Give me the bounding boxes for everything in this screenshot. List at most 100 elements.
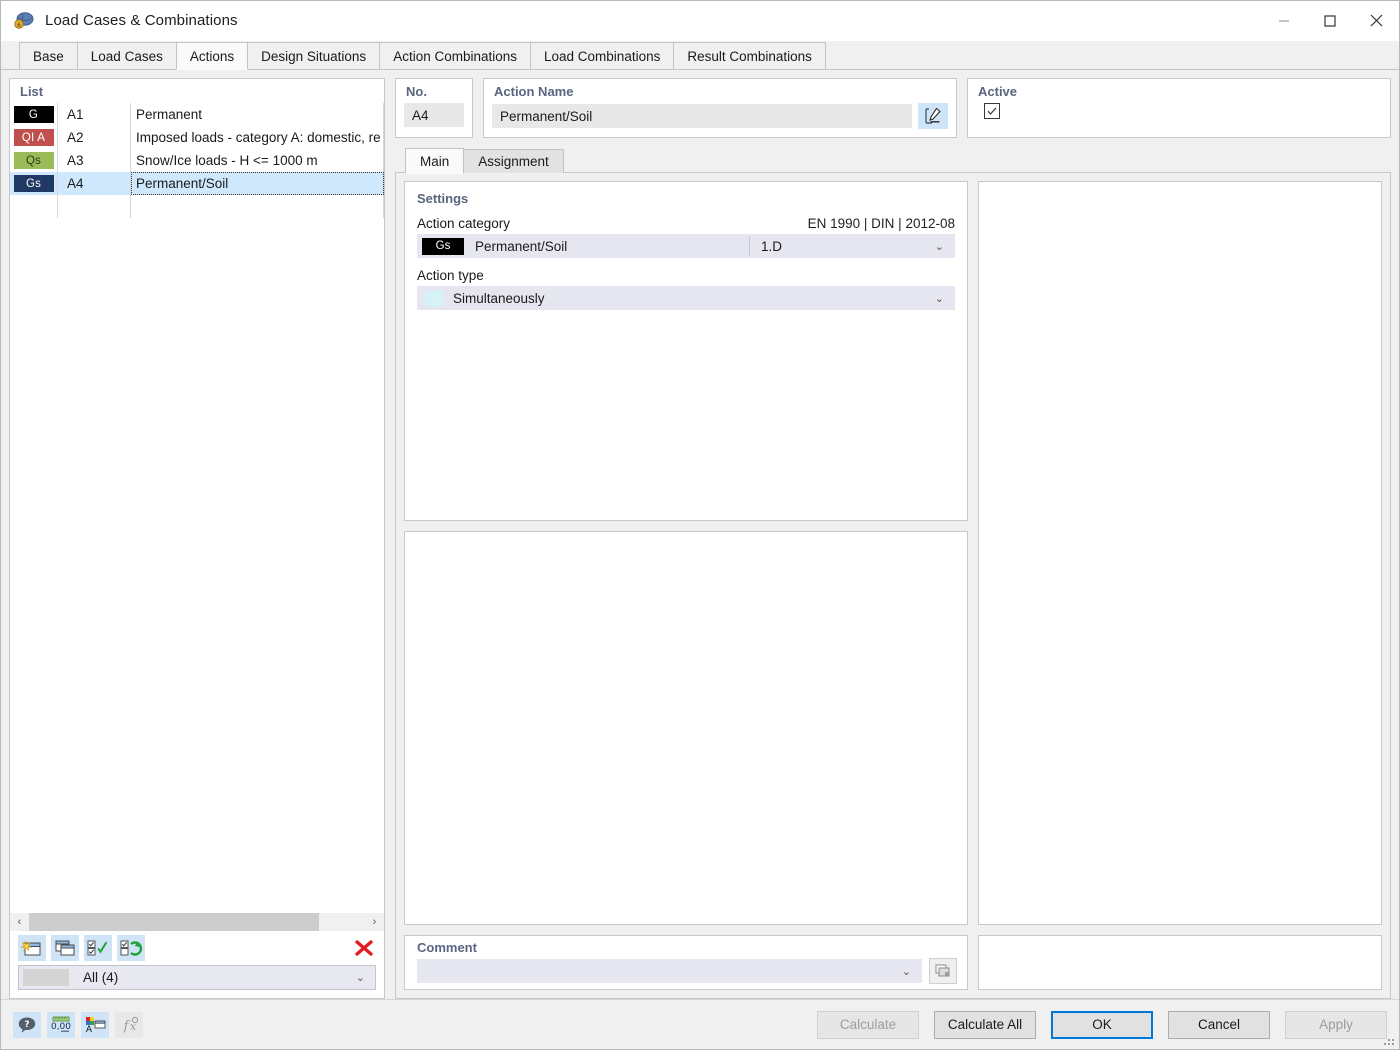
scroll-right-icon[interactable]: › <box>365 913 384 931</box>
scroll-track[interactable] <box>29 913 365 931</box>
settings-title: Settings <box>417 191 469 206</box>
help-button[interactable]: ? <box>13 1011 41 1038</box>
dialog-body: List G A1 Permanent QI A A2 Imposed load… <box>1 70 1399 999</box>
tab-base[interactable]: Base <box>19 42 78 69</box>
table-row-empty <box>10 195 384 218</box>
filter-color-swatch <box>23 969 69 986</box>
row-description: Snow/Ice loads - H <= 1000 m <box>131 149 384 172</box>
ok-button[interactable]: OK <box>1051 1010 1153 1039</box>
chevron-down-icon[interactable]: ⌄ <box>935 292 944 305</box>
units-button[interactable]: 0,00 <box>47 1011 75 1038</box>
copy-window-icon <box>55 940 75 956</box>
colors-button[interactable]: A <box>81 1011 109 1038</box>
table-row[interactable]: Gs A4 Permanent/Soil <box>10 172 384 195</box>
action-list[interactable]: G A1 Permanent QI A A2 Imposed loads - c… <box>10 103 384 912</box>
action-type-swatch <box>425 290 443 306</box>
list-horizontal-scrollbar[interactable]: ‹ › <box>10 912 384 931</box>
main-tab-page: Settings Action category EN 1990 | DIN |… <box>395 172 1391 999</box>
row-description: Permanent/Soil <box>131 172 384 195</box>
invert-selection-button[interactable] <box>117 935 145 961</box>
color-palette-icon: A <box>86 1016 106 1034</box>
row-no: A2 <box>58 126 131 149</box>
chevron-down-icon[interactable]: ⌄ <box>902 965 911 978</box>
comment-copy-button[interactable] <box>929 958 957 984</box>
action-type-label-row: Action type <box>405 258 967 286</box>
svg-text:6: 6 <box>17 22 21 29</box>
active-title: Active <box>978 84 1018 99</box>
active-checkbox[interactable] <box>984 103 1000 119</box>
tab-page-right-column <box>978 181 1382 990</box>
edit-action-name-button[interactable] <box>918 103 948 129</box>
tab-load-cases[interactable]: Load Cases <box>76 42 177 69</box>
tab-action-combinations[interactable]: Action Combinations <box>379 42 532 69</box>
no-group: No. A4 <box>395 78 473 138</box>
row-no <box>58 195 131 218</box>
window-title: Load Cases & Combinations <box>45 12 238 29</box>
row-description: Permanent <box>131 103 384 126</box>
tab-design-situations[interactable]: Design Situations <box>247 42 381 69</box>
detail-subtabs: Main Assignment <box>395 147 1391 174</box>
row-no: A4 <box>58 172 131 195</box>
svg-text:0,00: 0,00 <box>51 1022 71 1032</box>
action-type-dropdown[interactable]: Simultaneously ⌄ <box>417 286 955 310</box>
action-type-label: Action type <box>417 268 484 283</box>
detail-header-row: No. A4 Action Name Permanent/Soil Active <box>395 78 1391 138</box>
tab-actions[interactable]: Actions <box>175 42 249 70</box>
row-description <box>131 195 384 218</box>
preview-info-panel <box>978 935 1382 990</box>
svg-text:A: A <box>86 1025 93 1034</box>
list-box: List G A1 Permanent QI A A2 Imposed load… <box>9 78 385 999</box>
copy-action-button[interactable] <box>51 935 79 961</box>
list-filter-dropdown[interactable]: All (4) ⌄ <box>18 965 376 990</box>
select-all-button[interactable] <box>84 935 112 961</box>
action-badge: Gs <box>13 175 54 192</box>
formula-button: f x <box>115 1011 143 1038</box>
row-badge-cell <box>10 195 58 218</box>
dialog-window: 6 Load Cases & Combinations Base Load Ca… <box>0 0 1400 1050</box>
subtab-main[interactable]: Main <box>405 148 465 174</box>
combo-divider <box>749 236 750 256</box>
table-row[interactable]: G A1 Permanent <box>10 103 384 126</box>
action-name-input[interactable]: Permanent/Soil <box>492 104 912 128</box>
action-category-dropdown[interactable]: Gs Permanent/Soil 1.D ⌄ <box>417 234 955 258</box>
chevron-down-icon[interactable]: ⌄ <box>356 971 365 984</box>
table-row[interactable]: Qs A3 Snow/Ice loads - H <= 1000 m <box>10 149 384 172</box>
fx-icon: f x <box>123 1016 139 1034</box>
comment-input[interactable]: ⌄ <box>417 959 922 983</box>
list-title: List <box>20 84 44 99</box>
no-field-row: A4 <box>396 103 472 127</box>
comment-title: Comment <box>417 940 477 955</box>
active-field-row <box>968 103 1390 119</box>
action-badge: G <box>13 106 54 123</box>
tab-result-combinations[interactable]: Result Combinations <box>673 42 826 69</box>
action-category-label-row: Action category EN 1990 | DIN | 2012-08 <box>405 206 967 234</box>
new-action-button[interactable] <box>18 935 46 961</box>
minimize-button[interactable] <box>1261 1 1307 40</box>
close-button[interactable] <box>1353 1 1399 40</box>
tab-load-combinations[interactable]: Load Combinations <box>530 42 675 69</box>
scroll-left-icon[interactable]: ‹ <box>10 913 29 931</box>
red-x-icon <box>355 940 373 956</box>
action-category-label: Action category <box>417 216 511 231</box>
calculate-all-button[interactable]: Calculate All <box>934 1010 1036 1039</box>
list-toolbar <box>10 931 384 963</box>
detail-empty-panel <box>404 531 968 925</box>
cancel-button[interactable]: Cancel <box>1168 1010 1270 1039</box>
action-category-badge: Gs <box>422 237 464 255</box>
resize-grip[interactable] <box>1384 1035 1396 1047</box>
check-icon <box>987 107 997 115</box>
chevron-down-icon[interactable]: ⌄ <box>935 240 944 253</box>
filter-label: All (4) <box>83 970 119 985</box>
subtab-assignment[interactable]: Assignment <box>463 149 564 173</box>
edit-pencil-icon <box>925 107 941 124</box>
calculate-button: Calculate <box>817 1010 919 1039</box>
standard-label: EN 1990 | DIN | 2012-08 <box>807 216 955 231</box>
action-name-group: Action Name Permanent/Soil <box>483 78 957 138</box>
scroll-thumb[interactable] <box>29 913 319 931</box>
list-panel: List G A1 Permanent QI A A2 Imposed load… <box>9 78 385 999</box>
maximize-button[interactable] <box>1307 1 1353 40</box>
table-row[interactable]: QI A A2 Imposed loads - category A: dome… <box>10 126 384 149</box>
row-no: A1 <box>58 103 131 126</box>
delete-action-button[interactable] <box>350 935 378 961</box>
tab-page-left-column: Settings Action category EN 1990 | DIN |… <box>404 181 968 990</box>
